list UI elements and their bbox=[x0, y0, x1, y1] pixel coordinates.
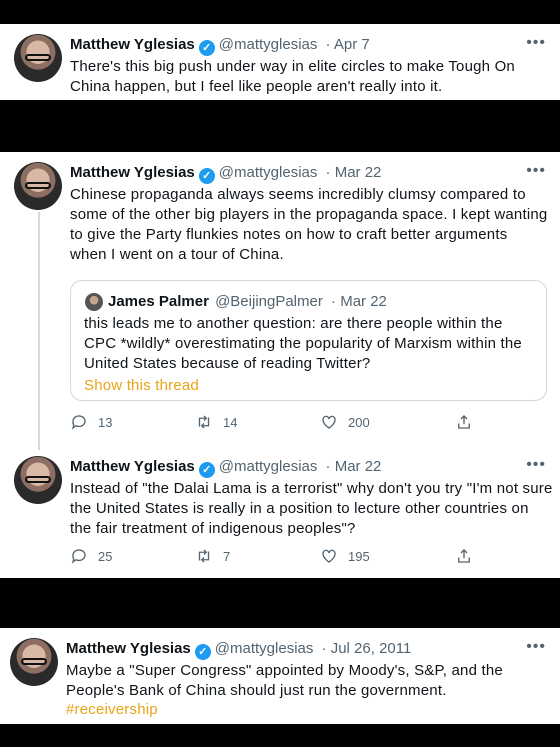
more-icon[interactable]: ••• bbox=[526, 34, 546, 52]
reply-icon bbox=[71, 415, 86, 430]
like-button[interactable]: 195 bbox=[320, 547, 370, 565]
share-button[interactable] bbox=[455, 413, 473, 431]
quoted-date: · Mar 22 bbox=[331, 293, 387, 310]
share-button[interactable] bbox=[455, 547, 473, 565]
reply-count: 13 bbox=[98, 414, 113, 430]
tweet-card[interactable]: Matthew Yglesias ✓ @mattyglesias · Jul 26,… bbox=[0, 628, 560, 724]
quoted-author-name: James Palmer bbox=[108, 293, 209, 310]
reply-icon bbox=[71, 549, 86, 564]
author-name[interactable]: Matthew Yglesias bbox=[70, 36, 195, 53]
thread-connector bbox=[38, 212, 40, 450]
quoted-avatar bbox=[85, 293, 103, 311]
share-icon bbox=[458, 415, 470, 429]
author-name[interactable]: Matthew Yglesias bbox=[70, 164, 195, 181]
tweet-text: There's this big push under way in elite… bbox=[70, 58, 515, 95]
author-line: Matthew Yglesias ✓ @mattyglesias · Mar 22 bbox=[70, 458, 381, 478]
author-name[interactable]: Matthew Yglesias bbox=[70, 458, 195, 475]
author-handle[interactable]: @mattyglesias bbox=[215, 640, 314, 657]
author-line: Matthew Yglesias ✓ @mattyglesias · Jul 26,… bbox=[66, 640, 411, 660]
avatar[interactable] bbox=[14, 162, 62, 210]
tweet-date[interactable]: · Mar 22 bbox=[326, 458, 382, 475]
like-button[interactable]: 200 bbox=[320, 413, 370, 431]
tweet-date[interactable]: · Mar 22 bbox=[326, 164, 382, 181]
hashtag-link[interactable]: #receivership bbox=[66, 700, 158, 720]
like-count: 200 bbox=[348, 414, 370, 430]
tweet-date[interactable]: · Apr 7 bbox=[326, 36, 370, 53]
more-icon[interactable]: ••• bbox=[526, 638, 546, 656]
tweet-text: Chinese propaganda always seems incredib… bbox=[70, 186, 548, 263]
like-count: 195 bbox=[348, 548, 370, 564]
quoted-author-handle: @BeijingPalmer bbox=[215, 293, 323, 310]
show-thread-link[interactable]: Show this thread bbox=[84, 376, 199, 396]
verified-badge-icon: ✓ bbox=[194, 644, 211, 660]
tweet-text: Instead of "the Dalai Lama is a terroris… bbox=[70, 480, 553, 537]
author-line: Matthew Yglesias ✓ @mattyglesias · Mar 22 bbox=[70, 164, 381, 184]
author-handle[interactable]: @mattyglesias bbox=[219, 458, 318, 475]
quoted-text: this leads me to another question: are t… bbox=[84, 315, 522, 372]
author-handle[interactable]: @mattyglesias bbox=[219, 36, 318, 53]
retweet-count: 7 bbox=[223, 548, 231, 564]
heart-icon bbox=[322, 549, 336, 563]
share-icon bbox=[458, 549, 470, 563]
avatar[interactable] bbox=[10, 638, 58, 686]
author-line: Matthew Yglesias ✓ @mattyglesias · Apr 7 bbox=[70, 36, 370, 56]
tweet-actions: 25 7 195 bbox=[70, 547, 490, 569]
verified-badge-icon: ✓ bbox=[198, 40, 215, 56]
retweet-icon bbox=[198, 415, 210, 429]
quoted-author-line: James Palmer @BeijingPalmer · Mar 22 bbox=[108, 293, 387, 310]
avatar[interactable] bbox=[14, 456, 62, 504]
quoted-tweet[interactable]: James Palmer @BeijingPalmer · Mar 22 thi… bbox=[70, 280, 547, 401]
avatar[interactable] bbox=[14, 34, 62, 82]
author-handle[interactable]: @mattyglesias bbox=[219, 164, 318, 181]
tweet-date[interactable]: · Jul 26, 2011 bbox=[322, 640, 412, 657]
reply-count: 25 bbox=[98, 548, 113, 564]
author-name[interactable]: Matthew Yglesias bbox=[66, 640, 191, 657]
thread-card: Matthew Yglesias ✓ @mattyglesias · Mar 22 … bbox=[0, 152, 560, 578]
retweet-icon bbox=[198, 549, 210, 563]
verified-badge-icon: ✓ bbox=[198, 462, 215, 478]
verified-badge-icon: ✓ bbox=[198, 168, 215, 184]
tweet-actions: 13 14 200 bbox=[70, 413, 490, 435]
reply-button[interactable]: 13 bbox=[70, 413, 112, 431]
retweet-button[interactable]: 7 bbox=[195, 547, 230, 565]
retweet-button[interactable]: 14 bbox=[195, 413, 237, 431]
tweet-text: Maybe a "Super Congress" appointed by Mo… bbox=[66, 662, 503, 699]
retweet-count: 14 bbox=[223, 414, 238, 430]
reply-button[interactable]: 25 bbox=[70, 547, 112, 565]
more-icon[interactable]: ••• bbox=[526, 456, 546, 474]
tweet-card[interactable]: Matthew Yglesias ✓ @mattyglesias · Apr 7 •… bbox=[0, 24, 560, 100]
heart-icon bbox=[322, 415, 336, 429]
more-icon[interactable]: ••• bbox=[526, 162, 546, 180]
